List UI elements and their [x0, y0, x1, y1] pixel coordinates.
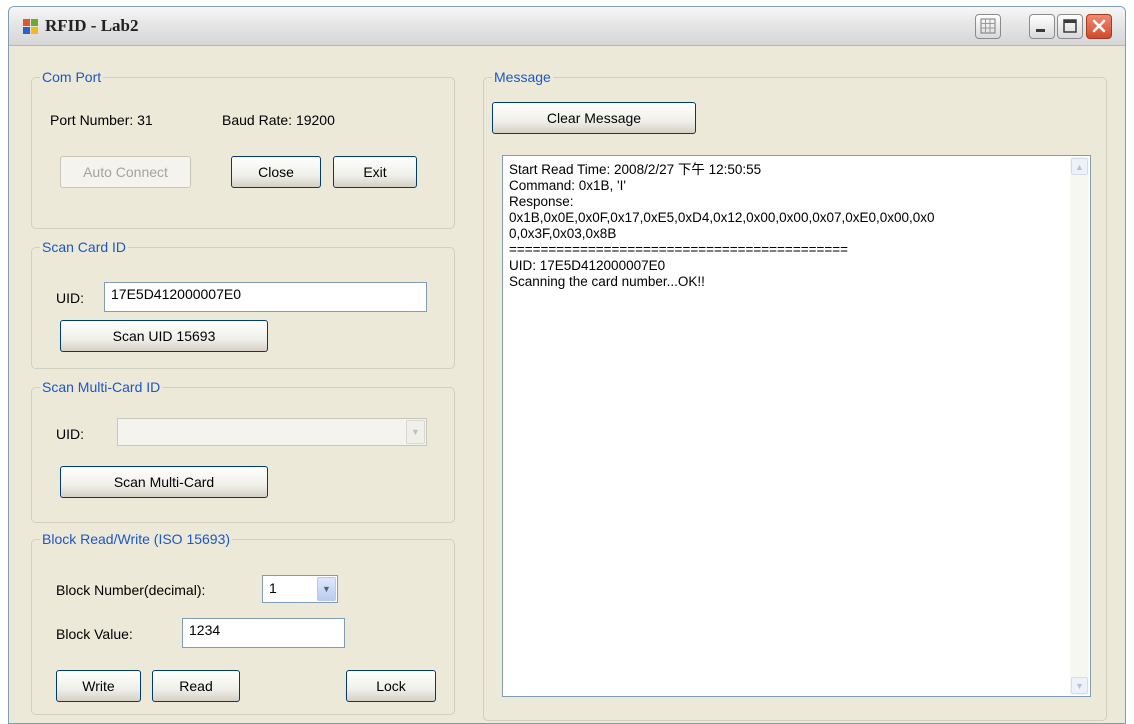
app-window: RFID - Lab2 Com Port Port Number: 31 Bau… [8, 6, 1126, 724]
lock-button[interactable]: Lock [346, 670, 436, 702]
message-textbox[interactable]: Start Read Time: 2008/2/27 下午 12:50:55 Co… [502, 155, 1091, 697]
message-line: Command: 0x1B, 'I' [509, 178, 626, 193]
message-line: UID: 17E5D412000007E0 [509, 258, 666, 273]
chevron-down-icon: ▼ [317, 577, 336, 601]
block-number-value: 1 [269, 580, 277, 596]
maximize-icon [1063, 19, 1077, 33]
baud-rate-label: Baud Rate: 19200 [222, 112, 335, 128]
scan-uid-button[interactable]: Scan UID 15693 [60, 320, 268, 352]
message-lines: Start Read Time: 2008/2/27 下午 12:50:55 Co… [509, 162, 1054, 290]
scan-multi-card-button[interactable]: Scan Multi-Card [60, 466, 268, 498]
port-number-label: Port Number: 31 [50, 112, 153, 128]
message-title: Message [492, 69, 553, 85]
scan-card-group: Scan Card ID UID: 17E5D412000007E0 Scan … [31, 239, 455, 369]
scan-multi-title: Scan Multi-Card ID [40, 379, 163, 395]
maximize-button[interactable] [1057, 14, 1083, 39]
minimize-button[interactable] [1029, 14, 1055, 39]
block-value-field[interactable]: 1234 [182, 618, 345, 648]
app-windows-icon [23, 19, 39, 35]
block-value-label: Block Value: [56, 626, 133, 642]
grid-icon [980, 18, 996, 34]
message-line: 0x1B,0x0E,0x0F,0x17,0xE5,0xD4,0x12,0x00,… [509, 210, 935, 225]
com-port-title: Com Port [40, 69, 104, 85]
block-rw-group: Block Read/Write (ISO 15693) Block Numbe… [31, 531, 455, 715]
title-bar[interactable]: RFID - Lab2 [9, 7, 1125, 46]
scan-multi-group: Scan Multi-Card ID UID: ▼ Scan Multi-Car… [31, 379, 455, 523]
scroll-down-icon[interactable]: ▼ [1071, 677, 1088, 694]
block-number-select[interactable]: 1 ▼ [262, 575, 338, 603]
clear-message-button[interactable]: Clear Message [492, 102, 696, 134]
multi-uid-label: UID: [56, 426, 84, 442]
write-button[interactable]: Write [56, 670, 141, 702]
message-line: ========================================… [509, 242, 849, 257]
scan-card-title: Scan Card ID [40, 239, 129, 255]
block-rw-title: Block Read/Write (ISO 15693) [40, 531, 233, 547]
close-button[interactable]: Close [231, 156, 321, 188]
grid-button[interactable] [975, 14, 1001, 39]
window-title: RFID - Lab2 [45, 16, 139, 35]
multi-uid-combo: ▼ [117, 418, 427, 446]
message-line: Start Read Time: 2008/2/27 下午 12:50:55 [509, 162, 762, 177]
message-line: 0,0x3F,0x03,0x8B [509, 226, 617, 241]
auto-connect-button[interactable]: Auto Connect [60, 156, 191, 188]
message-line: Scanning the card number...OK!! [509, 274, 705, 289]
scroll-up-icon[interactable]: ▲ [1071, 158, 1088, 175]
close-icon [1092, 19, 1106, 33]
block-number-label: Block Number(decimal): [56, 582, 206, 598]
exit-button[interactable]: Exit [333, 156, 417, 188]
read-button[interactable]: Read [152, 670, 240, 702]
message-line: Response: [509, 194, 574, 209]
uid-field[interactable]: 17E5D412000007E0 [104, 282, 427, 312]
com-port-group: Com Port Port Number: 31 Baud Rate: 1920… [31, 69, 455, 229]
message-scrollbar[interactable]: ▲ ▼ [1070, 157, 1089, 695]
chevron-down-icon: ▼ [406, 420, 425, 444]
minimize-icon [1036, 29, 1045, 32]
uid-label: UID: [56, 290, 84, 306]
close-window-button[interactable] [1086, 14, 1112, 39]
